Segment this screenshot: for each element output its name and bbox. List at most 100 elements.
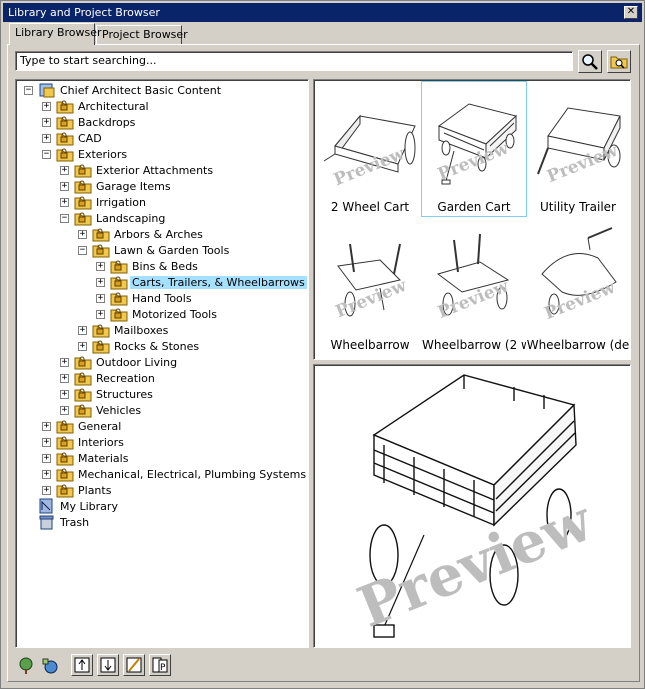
tree-item-structures[interactable]: + Structures (16, 386, 308, 402)
tree-item-arbors-arches[interactable]: + Arbors & Arches (16, 226, 308, 242)
properties-button[interactable]: P (149, 654, 171, 676)
tree-item-root[interactable]: − Chief Architect Basic Content (16, 82, 308, 98)
locked-folder-icon (110, 260, 128, 274)
tree-item-label: Recreation (96, 372, 155, 385)
tree-item-label: Interiors (78, 436, 124, 449)
tree-item-landscaping[interactable]: − Landscaping (16, 210, 308, 226)
magnifier-icon (582, 54, 598, 70)
tree-item-rocks-stones[interactable]: + Rocks & Stones (16, 338, 308, 354)
search-button[interactable] (578, 50, 602, 73)
tree-item-bins-beds[interactable]: + Bins & Beds (16, 258, 308, 274)
tree-item-label: Mechanical, Electrical, Plumbing Systems (78, 468, 307, 481)
export-button[interactable] (97, 654, 119, 676)
thumbnail-utility-trailer[interactable]: Preview Utility Trailer (526, 82, 630, 216)
utility-trailer-icon: Preview (537, 107, 621, 187)
close-button[interactable]: ✕ (624, 6, 638, 19)
expand-toggle[interactable]: + (60, 374, 69, 383)
tree-item-irrigation[interactable]: + Irrigation (16, 194, 308, 210)
tree-item-plants[interactable]: + Plants (16, 482, 308, 498)
tree-item-general[interactable]: + General (16, 418, 308, 434)
expand-toggle[interactable]: + (42, 470, 51, 479)
tree-item-exterior-attachments[interactable]: + Exterior Attachments (16, 162, 308, 178)
expand-toggle[interactable]: − (78, 246, 87, 255)
import-up-icon (74, 657, 90, 673)
thumbnail-garden-cart[interactable]: Preview Garden Cart (421, 81, 527, 217)
tree-item-carts-trailers-wheelbarrows[interactable]: + Carts, Trailers, & Wheelbarrows (16, 274, 308, 290)
tree-item-cad[interactable]: + CAD (16, 130, 308, 146)
tree-item-label: Exterior Attachments (96, 164, 214, 177)
thumbnail-wheelbarrow-2-wheel[interactable]: Preview Wheelbarrow (2 w (422, 220, 526, 354)
expand-toggle[interactable]: + (78, 326, 87, 335)
expand-toggle[interactable]: + (60, 166, 69, 175)
expand-toggle[interactable]: + (78, 230, 87, 239)
tree-item-label: Arbors & Arches (114, 228, 203, 241)
locked-folder-icon (110, 308, 128, 322)
expand-toggle[interactable]: + (60, 182, 69, 191)
tree-item-garage-items[interactable]: + Garage Items (16, 178, 308, 194)
search-folder-button[interactable] (607, 50, 631, 73)
expand-toggle[interactable]: + (60, 390, 69, 399)
tree-item-vehicles[interactable]: + Vehicles (16, 402, 308, 418)
tree-item-outdoor-living[interactable]: + Outdoor Living (16, 354, 308, 370)
web-library-button[interactable] (39, 654, 61, 676)
thumbnail-caption: Wheelbarrow (2 w (422, 338, 526, 352)
locked-folder-icon (92, 228, 110, 242)
tree-item-lawn-garden-tools[interactable]: − Lawn & Garden Tools (16, 242, 308, 258)
locked-folder-icon (74, 164, 92, 178)
expand-toggle[interactable]: + (60, 406, 69, 415)
locked-folder-icon (56, 436, 74, 450)
edit-button[interactable] (123, 654, 145, 676)
tree-item-materials[interactable]: + Materials (16, 450, 308, 466)
tree-item-mailboxes[interactable]: + Mailboxes (16, 322, 308, 338)
thumbnail-2-wheel-cart[interactable]: Preview 2 Wheel Cart (318, 82, 422, 216)
expand-toggle[interactable]: − (60, 214, 69, 223)
thumbnail-grid: Preview 2 Wheel Cart Preview Garden Cart (313, 79, 631, 360)
tree-item-my-library[interactable]: My Library (16, 498, 308, 514)
tree-item-exteriors[interactable]: − Exteriors (16, 146, 308, 162)
tree-item-backdrops[interactable]: + Backdrops (16, 114, 308, 130)
locked-folder-icon (74, 180, 92, 194)
tab-project-browser[interactable]: Project Browser (96, 25, 188, 44)
thumbnail-wheelbarrow[interactable]: Preview Wheelbarrow (318, 220, 422, 354)
expand-toggle[interactable]: + (42, 134, 51, 143)
tree-item-interiors[interactable]: + Interiors (16, 434, 308, 450)
expand-toggle[interactable]: + (42, 454, 51, 463)
expand-toggle[interactable]: + (60, 358, 69, 367)
title-bar[interactable]: Library and Project Browser ✕ (3, 3, 642, 22)
expand-toggle[interactable]: − (24, 86, 33, 95)
thumbnail-wheelbarrow-deep[interactable]: Preview Wheelbarrow (de (526, 220, 630, 354)
locked-folder-icon (56, 132, 74, 146)
tree-item-motorized-tools[interactable]: + Motorized Tools (16, 306, 308, 322)
expand-toggle[interactable]: + (96, 262, 105, 271)
tree-item-architectural[interactable]: + Architectural (16, 98, 308, 114)
expand-toggle[interactable]: + (42, 102, 51, 111)
expand-toggle[interactable]: + (78, 342, 87, 351)
tree-item-label: Irrigation (96, 196, 146, 209)
expand-toggle[interactable]: − (42, 150, 51, 159)
locked-folder-icon (56, 484, 74, 498)
expand-toggle[interactable]: + (96, 278, 105, 287)
tree-item-trash[interactable]: Trash (16, 514, 308, 530)
tree-item-mechanical-electrical-plumbing-systems[interactable]: + Mechanical, Electrical, Plumbing System… (16, 466, 308, 482)
expand-toggle[interactable]: + (42, 438, 51, 447)
tree-item-label: Architectural (78, 100, 149, 113)
tree-item-hand-tools[interactable]: + Hand Tools (16, 290, 308, 306)
tree-item-recreation[interactable]: + Recreation (16, 370, 308, 386)
pencil-icon (126, 657, 142, 673)
expand-toggle[interactable]: + (42, 486, 51, 495)
expand-toggle[interactable]: + (96, 310, 105, 319)
import-button[interactable] (71, 654, 93, 676)
locked-folder-icon (74, 356, 92, 370)
locked-folder-icon (92, 340, 110, 354)
trash-icon (39, 515, 54, 530)
locked-folder-icon (74, 372, 92, 386)
search-input[interactable]: Type to start searching... (15, 51, 573, 71)
expand-toggle[interactable]: + (42, 118, 51, 127)
tree-view-button[interactable] (15, 654, 37, 676)
expand-toggle[interactable]: + (42, 422, 51, 431)
expand-toggle[interactable]: + (60, 198, 69, 207)
tab-library-browser[interactable]: Library Browser (9, 23, 102, 45)
expand-toggle[interactable]: + (96, 294, 105, 303)
library-tree[interactable]: − Chief Architect Basic Content + Architect… (15, 79, 309, 648)
tree-item-label: Plants (78, 484, 112, 497)
